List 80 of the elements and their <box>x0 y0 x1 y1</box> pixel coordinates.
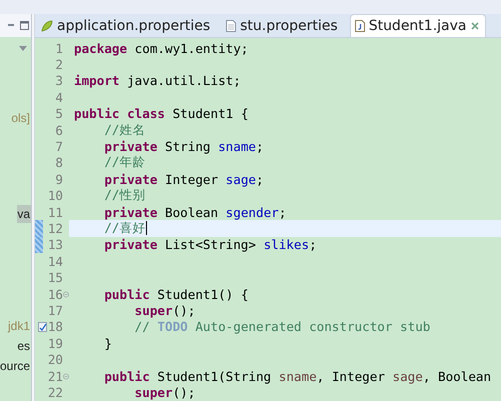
line-number: 6 <box>55 122 63 138</box>
field-name: sname <box>218 139 256 154</box>
code-text: com.wy1.entity; <box>134 40 248 56</box>
code-text: Integer <box>164 172 220 187</box>
code-text: (); <box>172 302 196 318</box>
todo-tag: TODO <box>157 319 188 334</box>
code-text: ; <box>309 237 317 252</box>
code-text: , Integer <box>316 368 386 384</box>
code-text: ; <box>256 139 264 154</box>
line-number: 5 <box>55 106 63 122</box>
task-icon <box>38 321 47 332</box>
keyword: public class <box>74 106 165 122</box>
code-comment: //年龄 <box>103 154 146 172</box>
tree-item[interactable]: va <box>17 205 31 223</box>
code-text: Student1 { <box>172 106 248 122</box>
keyword: private <box>103 139 158 154</box>
code-text: List<String> <box>164 237 257 252</box>
code-text: ; <box>278 204 286 220</box>
line-number: 12 <box>48 220 63 236</box>
editor-tab[interactable]: stu.properties <box>222 15 350 37</box>
keyword: import <box>74 73 120 88</box>
code-comment: //姓名 <box>103 122 146 139</box>
code-comment: //性别 <box>103 187 146 204</box>
line-number: 7 <box>55 139 63 154</box>
keyword: private <box>103 172 158 187</box>
field-name: sage <box>226 172 256 187</box>
collapse-icon[interactable] <box>63 372 69 380</box>
editor-tab[interactable]: application.properties <box>37 15 222 37</box>
field-name: sgender <box>226 204 279 220</box>
code-comment: Auto-generated constructor stub <box>194 319 430 334</box>
java-file-icon <box>354 20 365 32</box>
field-name: slikes <box>264 237 310 252</box>
code-text: java.util.List; <box>126 73 241 88</box>
keyword: public <box>103 286 150 302</box>
file-icon <box>226 20 236 32</box>
keyword: super <box>134 302 173 318</box>
line-number: 11 <box>48 204 63 220</box>
code-text: Student1() { <box>156 286 248 302</box>
leaf-icon <box>41 20 53 32</box>
editor-tab[interactable]: Student1.java <box>350 14 486 37</box>
keyword: public <box>103 368 150 384</box>
code-text: Student1(String <box>156 368 272 384</box>
parameter-name: sage <box>392 368 423 384</box>
parameter-name: sname <box>278 368 317 384</box>
keyword: super <box>134 384 173 400</box>
code-comment: // <box>134 319 151 334</box>
tree-item[interactable]: ource <box>0 357 31 375</box>
line-number: 13 <box>48 237 63 252</box>
code-editor[interactable] <box>35 38 501 401</box>
keyword: private <box>103 204 158 220</box>
collapse-icon[interactable] <box>63 290 69 298</box>
line-number: 22 <box>48 384 63 400</box>
line-number: 14 <box>48 254 63 269</box>
code-comment: //喜好 <box>103 220 146 237</box>
line-number: 8 <box>55 155 63 170</box>
line-number: 20 <box>48 352 63 368</box>
code-text: (); <box>172 384 196 400</box>
line-number: 9 <box>55 172 63 187</box>
code-text: Boolean <box>164 204 220 220</box>
code-text: } <box>103 336 112 351</box>
line-number: 21 <box>48 368 63 384</box>
code-text: ; <box>256 172 264 187</box>
line-number: 1 <box>55 40 63 56</box>
line-number: 17 <box>48 302 63 318</box>
code-text: String <box>164 139 212 154</box>
tree-item[interactable]: es <box>17 337 31 355</box>
line-number: 4 <box>55 90 63 105</box>
line-number: 10 <box>48 188 63 204</box>
code-text: , Boolean <box>422 368 492 384</box>
line-number: 19 <box>48 336 63 351</box>
line-number: 18 <box>48 319 63 334</box>
close-icon[interactable] <box>470 22 478 30</box>
line-number: 3 <box>55 73 63 88</box>
keyword: package <box>74 40 128 56</box>
line-number: 2 <box>55 57 63 72</box>
line-number: 16 <box>48 286 63 302</box>
maximize-icon[interactable] <box>20 21 29 30</box>
dropdown-icon[interactable] <box>19 46 27 51</box>
keyword: private <box>103 237 158 252</box>
line-number: 15 <box>48 270 63 286</box>
